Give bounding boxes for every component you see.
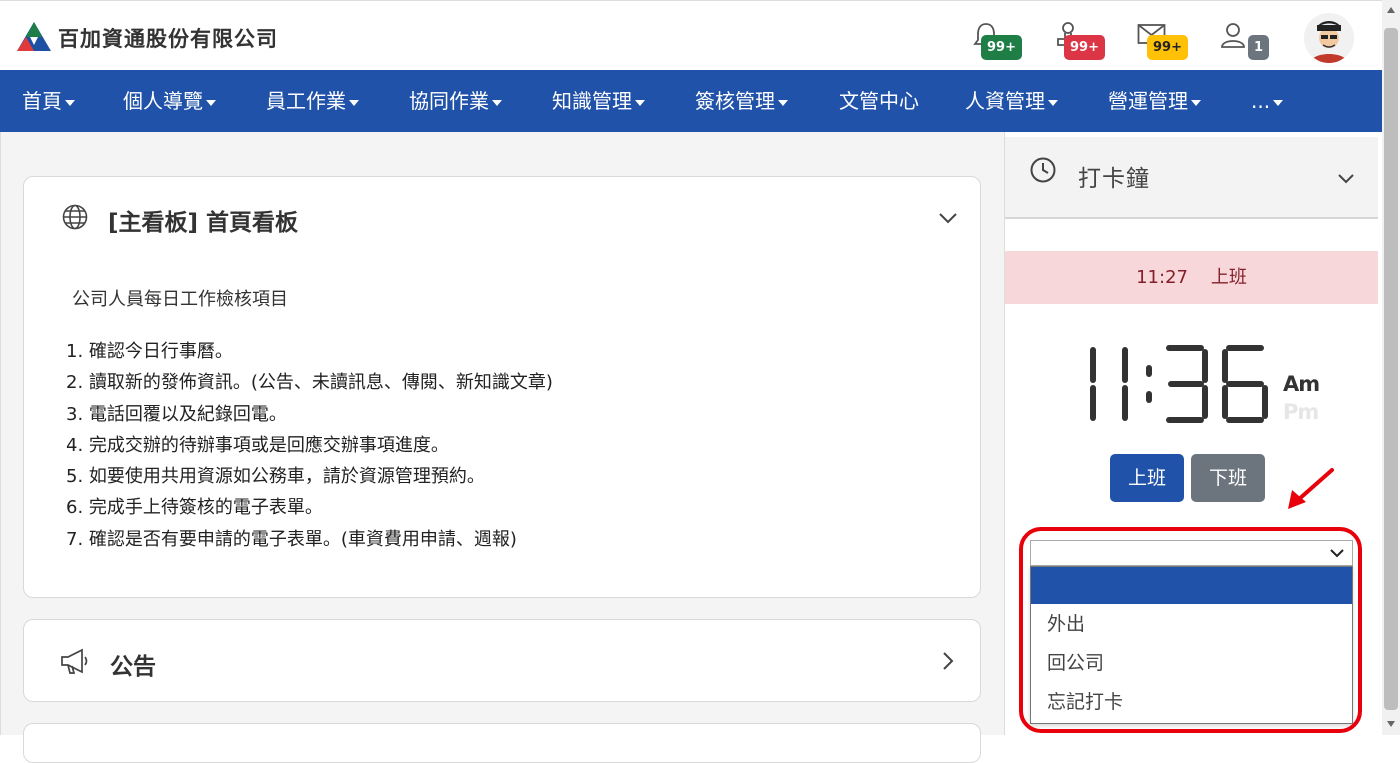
scroll-down-icon[interactable]: [1386, 720, 1396, 728]
highlight-annotation: [1019, 527, 1362, 733]
avatar[interactable]: [1304, 13, 1354, 63]
clock-digits: [1090, 345, 1268, 423]
caret-down-icon: [635, 99, 645, 106]
caret-down-icon: [1191, 99, 1201, 106]
announcement-title: 公告: [110, 654, 156, 680]
clock-out-button[interactable]: 下班: [1191, 454, 1265, 502]
list-item: 4. 完成交辦的待辦事項或是回應交辦事項進度。: [66, 434, 449, 456]
clock-in-button[interactable]: 上班: [1110, 454, 1184, 502]
am-indicator: Am: [1283, 372, 1320, 396]
nav-item-approval[interactable]: 簽核管理: [695, 70, 788, 132]
company-logo[interactable]: [16, 21, 52, 53]
list-item: 7. 確認是否有要申請的電子表單。(車資費用申請、週報): [66, 528, 517, 550]
chevron-down-icon[interactable]: [1337, 173, 1355, 185]
nav-item-personal[interactable]: 個人導覽: [123, 70, 216, 132]
nav-item-knowledge[interactable]: 知識管理: [552, 70, 645, 132]
nav-item-docs[interactable]: 文管中心: [839, 70, 919, 132]
last-punch-status: 11:27 上班: [1005, 251, 1378, 304]
caret-down-icon: [349, 99, 359, 106]
caret-down-icon: [778, 99, 788, 106]
top-bar: 百加資通股份有限公司 99+ 99+ 99+ 1: [0, 0, 1400, 70]
board-intro: 公司人員每日工作檢核項目: [72, 289, 288, 310]
nav-item-employee[interactable]: 員工作業: [266, 70, 359, 132]
messages-badge: 99+: [1147, 35, 1188, 60]
nav-item-collab[interactable]: 協同作業: [409, 70, 502, 132]
scrollbar[interactable]: [1382, 0, 1400, 735]
company-name[interactable]: 百加資通股份有限公司: [58, 23, 278, 53]
scroll-up-icon[interactable]: [1386, 6, 1396, 14]
approvals-badge: 99+: [1064, 35, 1105, 60]
list-item: 6. 完成手上待簽核的電子表單。: [66, 497, 323, 519]
users-badge: 1: [1248, 35, 1270, 60]
avatar-icon: [1304, 13, 1354, 63]
nav-item-hr[interactable]: 人資管理: [965, 70, 1058, 132]
caret-down-icon: [65, 99, 75, 106]
arrow-annotation-icon: [1288, 468, 1334, 509]
notifications-badge: 99+: [981, 35, 1022, 60]
main-board-card: [主看板] 首頁看板 公司人員每日工作檢核項目 1. 確認今日行事曆。 2. 讀…: [23, 176, 981, 598]
chevron-right-icon[interactable]: [941, 651, 955, 671]
caret-down-icon: [1048, 99, 1058, 106]
collapsed-card[interactable]: [23, 723, 981, 763]
list-item: 5. 如要使用共用資源如公務車，請於資源管理預約。: [66, 466, 485, 488]
caret-down-icon: [1273, 99, 1284, 106]
digital-clock: Am Pm: [1085, 344, 1320, 424]
nav-item-operations[interactable]: 營運管理: [1108, 70, 1201, 132]
nav-item-home[interactable]: 首頁: [22, 70, 75, 132]
user-icon: [1221, 23, 1245, 48]
caret-down-icon: [206, 99, 216, 106]
last-punch-time: 11:27: [1136, 267, 1188, 288]
nav-item-more[interactable]: ...: [1251, 70, 1284, 132]
list-item: 3. 電話回覆以及紀錄回電。: [66, 403, 287, 425]
main-board-title: [主看板] 首頁看板: [108, 210, 299, 236]
task-list: 1. 確認今日行事曆。 2. 讀取新的發佈資訊。(公告、未讀訊息、傳閱、新知識文…: [66, 336, 553, 555]
clock-icon: [1030, 157, 1056, 183]
punch-clock-header[interactable]: 打卡鐘: [1005, 137, 1378, 219]
list-item: 1. 確認今日行事曆。: [66, 341, 233, 362]
main-nav: 首頁 個人導覽 員工作業 協同作業 知識管理 簽核管理 文管中心 人資管理 營運…: [0, 70, 1400, 132]
globe-icon: [62, 204, 88, 230]
announcement-card[interactable]: 公告: [23, 619, 981, 702]
megaphone-icon: [61, 648, 88, 674]
list-item: 2. 讀取新的發佈資訊。(公告、未讀訊息、傳閱、新知識文章): [66, 372, 553, 394]
chevron-down-icon[interactable]: [938, 211, 958, 225]
punch-clock-title: 打卡鐘: [1078, 166, 1150, 192]
pm-indicator: Pm: [1283, 400, 1319, 424]
caret-down-icon: [492, 99, 502, 106]
scrollbar-thumb[interactable]: [1384, 28, 1398, 710]
last-punch-type: 上班: [1210, 267, 1247, 288]
